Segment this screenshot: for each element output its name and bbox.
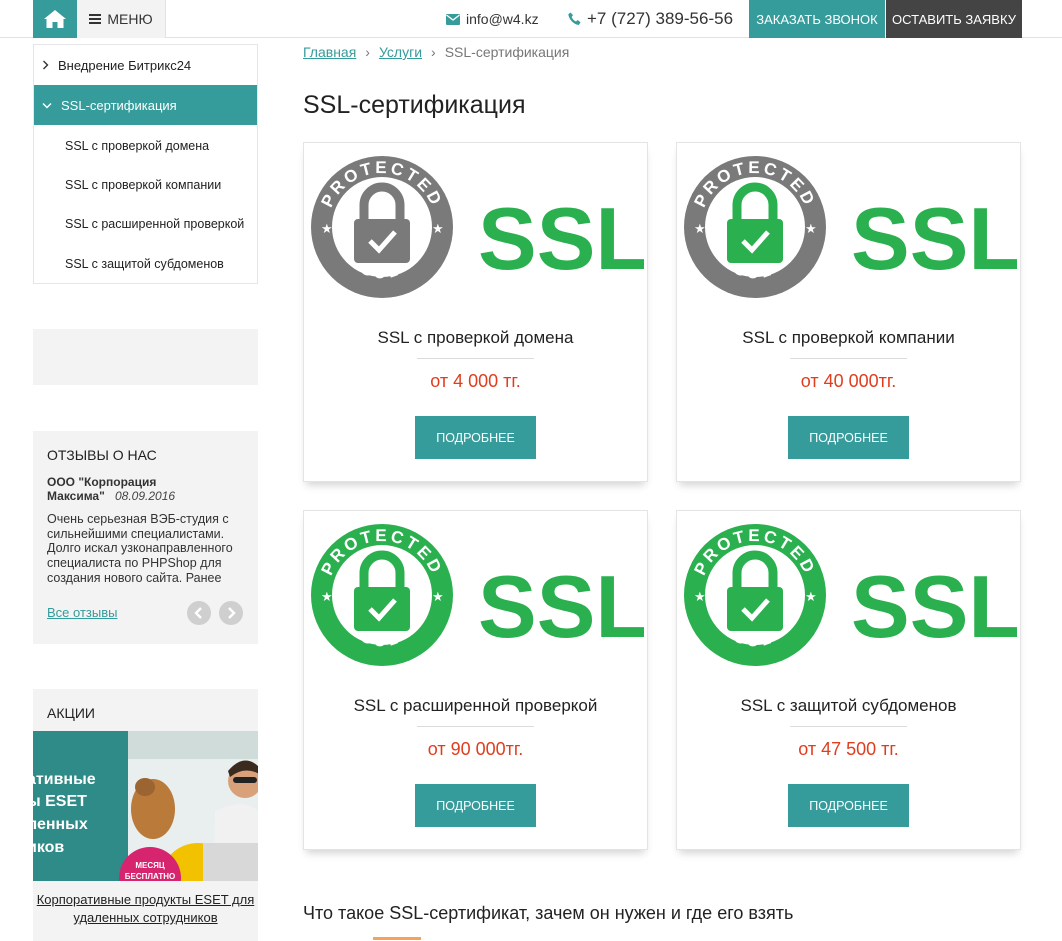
- all-reviews-link[interactable]: Все отзывы: [47, 605, 117, 620]
- sidebar-item-label: SSL-сертификация: [61, 97, 177, 113]
- details-button[interactable]: ПОДРОБНЕЕ: [788, 784, 909, 827]
- svg-text:★: ★: [321, 222, 333, 237]
- phone-icon: [568, 12, 581, 26]
- ssl-protected-logo: PROTECTEDSSL★ ★ SSL: [311, 156, 644, 298]
- svg-text:★: ★: [432, 590, 444, 605]
- reviews-title: ОТЗЫВЫ О НАС: [47, 447, 157, 463]
- breadcrumb-home-link[interactable]: Главная: [303, 44, 356, 60]
- breadcrumb-separator: ›: [365, 44, 370, 60]
- promo-banner-line: ленных: [33, 816, 88, 833]
- breadcrumb-services-link[interactable]: Услуги: [379, 44, 422, 60]
- product-price: от 40 000тг.: [800, 371, 897, 391]
- review-text: Очень серьезная ВЭБ-студия с сильнейшими…: [47, 512, 233, 585]
- phone-contact[interactable]: +7 (727) 389-56-56: [568, 0, 733, 38]
- promo-banner-line: иков: [33, 839, 65, 856]
- sidebar-item-ssl[interactable]: SSL-сертификация: [34, 85, 257, 125]
- sidebar-subitem-company[interactable]: SSL с проверкой компании: [34, 165, 257, 204]
- ssl-protected-logo: PROTECTEDSSL★ ★ SSL: [684, 156, 1017, 298]
- breadcrumb: Главная › Услуги › SSL-сертификация: [303, 44, 569, 60]
- title-divider: [417, 726, 534, 727]
- sidebar-empty-block: [33, 329, 258, 385]
- title-divider: [790, 726, 907, 727]
- details-button[interactable]: ПОДРОБНЕЕ: [415, 784, 536, 827]
- email-contact[interactable]: info@w4.kz: [446, 0, 539, 38]
- product-price: от 90 000тг.: [427, 739, 524, 759]
- ssl-protected-logo: PROTECTEDSSL★ ★ SSL: [684, 524, 1017, 666]
- product-title: SSL с проверкой компании: [742, 328, 955, 347]
- product-title: SSL с проверкой домена: [377, 328, 574, 347]
- breadcrumb-separator: ›: [431, 44, 436, 60]
- details-button[interactable]: ПОДРОБНЕЕ: [415, 416, 536, 459]
- svg-text:★: ★: [805, 222, 817, 237]
- title-divider: [417, 358, 534, 359]
- arrow-left-icon: [194, 607, 202, 619]
- sidebar-subitem-domain[interactable]: SSL с проверкой домена: [34, 126, 257, 165]
- svg-text:★: ★: [805, 590, 817, 605]
- logo-wordmark: SSL: [851, 557, 1017, 656]
- ssl-protected-logo: PROTECTEDSSL★ ★ SSL: [311, 524, 644, 666]
- logo-wordmark: SSL: [478, 557, 644, 656]
- order-call-button[interactable]: ЗАКАЗАТЬ ЗВОНОК: [749, 0, 885, 38]
- promo-banner-line: ы ESET: [33, 793, 87, 810]
- product-title: SSL с защитой субдоменов: [740, 696, 957, 715]
- sidebar-item-label: Внедрение Битрикс24: [58, 57, 192, 73]
- menu-label: МЕНЮ: [107, 11, 153, 27]
- email-text: info@w4.kz: [466, 11, 539, 27]
- envelope-icon: [446, 13, 460, 25]
- promo-caption-link[interactable]: Корпоративные продукты ESET для удаленны…: [33, 891, 258, 927]
- next-review-button[interactable]: [219, 601, 243, 625]
- chevron-right-icon: [43, 60, 49, 70]
- breadcrumb-current: SSL-сертификация: [444, 44, 570, 60]
- section-heading-underline: [373, 937, 421, 940]
- product-card-company: PROTECTED SSL ★ ★ SSL SSL с проверкой компани…: [676, 142, 1021, 482]
- svg-text:★: ★: [432, 222, 444, 237]
- product-card-domain: PROTECTED SSL ★ ★ SSL SSL с проверкой домена о…: [303, 142, 648, 482]
- product-card-extended: PROTECTED SSL ★ ★ SSL SSL с расширенной прове…: [303, 510, 648, 850]
- page-title: SSL-сертификация: [303, 91, 526, 119]
- product-card-subdomains: PROTECTED SSL ★ ★ SSL SSL с защитой субдомено…: [676, 510, 1021, 850]
- svg-text:★: ★: [694, 222, 706, 237]
- hamburger-icon: [89, 14, 102, 24]
- details-button[interactable]: ПОДРОБНЕЕ: [788, 416, 909, 459]
- review-date: 08.09.2016: [115, 489, 176, 503]
- home-icon: [44, 10, 66, 28]
- home-button[interactable]: [33, 0, 77, 38]
- sidebar-subitem-subdomains[interactable]: SSL с защитой субдоменов: [34, 244, 257, 283]
- arrow-right-icon: [228, 607, 236, 619]
- product-title: SSL с расширенной проверкой: [353, 696, 598, 715]
- section-heading: Что такое SSL-сертификат, зачем он нужен…: [303, 903, 794, 923]
- prev-review-button[interactable]: [187, 601, 211, 625]
- leave-request-button[interactable]: ОСТАВИТЬ ЗАЯВКУ: [886, 0, 1022, 38]
- sidebar-menu: Внедрение Битрикс24 SSL-сертификация SSL…: [33, 44, 258, 284]
- logo-wordmark: SSL: [478, 189, 644, 288]
- product-price: от 4 000 тг.: [430, 371, 521, 391]
- sidebar-item-bitrix24[interactable]: Внедрение Битрикс24: [34, 45, 257, 85]
- top-bar: МЕНЮ info@w4.kz +7 (727) 389-56-56 ЗАКАЗ…: [0, 0, 1062, 38]
- title-divider: [790, 358, 907, 359]
- menu-button[interactable]: МЕНЮ: [77, 0, 166, 38]
- reviews-block: ОТЗЫВЫ О НАС ООО "Корпорация Максима" 08…: [33, 431, 258, 644]
- product-price: от 47 500 тг.: [798, 739, 899, 759]
- promotions-title: АКЦИИ: [47, 705, 95, 721]
- chevron-down-icon: [42, 102, 52, 108]
- svg-text:★: ★: [321, 590, 333, 605]
- promo-banner-image[interactable]: ативные ы ESET ленных иков МЕСЯЦ БЕСПЛАТ…: [33, 731, 258, 881]
- promo-banner-line: ативные: [33, 771, 96, 788]
- promotions-block: АКЦИИ ативные ы ESET ленных иков МЕСЯЦ Б…: [33, 689, 258, 941]
- logo-wordmark: SSL: [851, 189, 1017, 288]
- sidebar-subitem-extended[interactable]: SSL с расширенной проверкой: [34, 204, 257, 243]
- svg-text:★: ★: [694, 590, 706, 605]
- phone-text: +7 (727) 389-56-56: [587, 9, 734, 28]
